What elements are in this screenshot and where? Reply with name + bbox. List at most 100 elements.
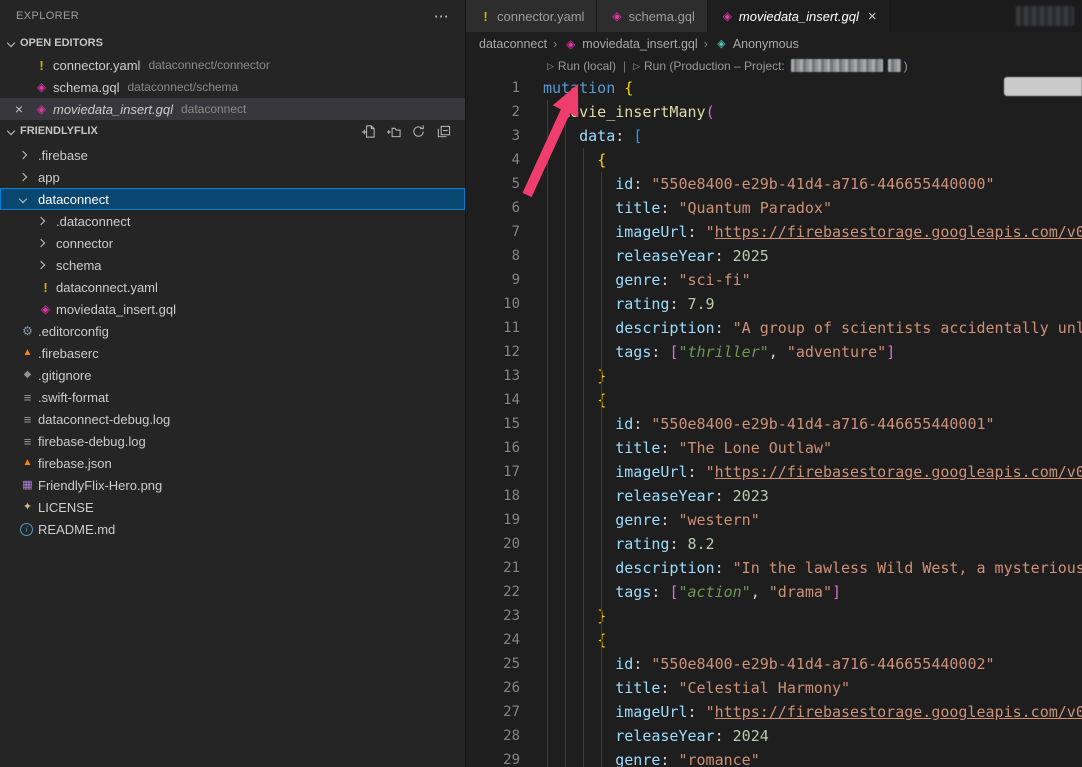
tree-item-firebase-debug-log[interactable]: ≡firebase-debug.log bbox=[0, 430, 465, 452]
token: : bbox=[660, 271, 678, 289]
token: tags bbox=[615, 583, 651, 601]
tree-item-dataconnect-yaml[interactable]: !dataconnect.yaml bbox=[0, 276, 465, 298]
code-line[interactable]: 17 imageUrl: "https://firebasestorage.go… bbox=[466, 460, 1082, 484]
code-line[interactable]: 14 { bbox=[466, 388, 1082, 412]
code-text: { bbox=[520, 628, 606, 652]
token: id bbox=[615, 175, 633, 193]
gql-icon: ◈ bbox=[34, 103, 49, 115]
token: : bbox=[688, 703, 706, 721]
code-line[interactable]: 29 genre: "romance" bbox=[466, 748, 1082, 767]
token: imageUrl bbox=[615, 703, 687, 721]
token: , bbox=[751, 583, 769, 601]
code-line[interactable]: 8 releaseYear: 2025 bbox=[466, 244, 1082, 268]
codelens-bar: ▷Run (local)|▷Run (Production – Project:… bbox=[466, 56, 1082, 76]
workspace-header[interactable]: FRIENDLYFLIX bbox=[0, 120, 465, 142]
code-line[interactable]: 18 releaseYear: 2023 bbox=[466, 484, 1082, 508]
explorer-more-icon[interactable]: ⋯ bbox=[434, 9, 449, 24]
token: "In the lawless Wild West, a mysterious … bbox=[733, 559, 1082, 577]
code-line[interactable]: 20 rating: 8.2 bbox=[466, 532, 1082, 556]
run-local-button[interactable]: Run (local) bbox=[558, 59, 616, 73]
open-editor-item-moviedata-insert-gql[interactable]: ×◈moviedata_insert.gqldataconnect bbox=[0, 98, 465, 120]
tree-item-swift-format[interactable]: ≡.swift-format bbox=[0, 386, 465, 408]
tree-item-gitignore[interactable]: ◆.gitignore bbox=[0, 364, 465, 386]
chevron-right-icon bbox=[37, 261, 45, 269]
breadcrumb-file[interactable]: moviedata_insert.gql bbox=[582, 37, 697, 51]
editor-group: !connector.yaml◈schema.gql◈moviedata_ins… bbox=[465, 0, 1082, 767]
tree-item-editorconfig[interactable]: ⚙.editorconfig bbox=[0, 320, 465, 342]
open-editor-detail: dataconnect bbox=[181, 102, 246, 116]
code-line[interactable]: 27 imageUrl: "https://firebasestorage.go… bbox=[466, 700, 1082, 724]
open-editor-item-schema-gql[interactable]: ◈schema.gqldataconnect/schema bbox=[0, 76, 465, 98]
code-line[interactable]: 1mutation { bbox=[466, 76, 1082, 100]
warn-icon: ! bbox=[38, 281, 53, 294]
code-line[interactable]: 7 imageUrl: "https://firebasestorage.goo… bbox=[466, 220, 1082, 244]
tree-item-label: .editorconfig bbox=[38, 324, 109, 339]
tree-item-dataconnect[interactable]: dataconnect bbox=[0, 188, 465, 210]
code-line[interactable]: 25 id: "550e8400-e29b-41d4-a716-44665544… bbox=[466, 652, 1082, 676]
gear-icon: ⚙ bbox=[20, 325, 35, 337]
code-line[interactable]: 28 releaseYear: 2024 bbox=[466, 724, 1082, 748]
code-line[interactable]: 11 description: "A group of scientists a… bbox=[466, 316, 1082, 340]
tree-item-dataconnect-debug-log[interactable]: ≡dataconnect-debug.log bbox=[0, 408, 465, 430]
tree-item-license[interactable]: ✦LICENSE bbox=[0, 496, 465, 518]
gql-icon: ◈ bbox=[563, 38, 578, 50]
tree-item-firebase-json[interactable]: ▲firebase.json bbox=[0, 452, 465, 474]
code-line[interactable]: 4 { bbox=[466, 148, 1082, 172]
token: : bbox=[715, 319, 733, 337]
token: 2025 bbox=[733, 247, 769, 265]
tree-item-readme-md[interactable]: iREADME.md bbox=[0, 518, 465, 540]
code-line[interactable]: 9 genre: "sci-fi" bbox=[466, 268, 1082, 292]
tree-item-schema[interactable]: schema bbox=[0, 254, 465, 276]
close-icon[interactable]: × bbox=[868, 8, 877, 25]
tree-item-firebaserc[interactable]: ▲.firebaserc bbox=[0, 342, 465, 364]
code-line[interactable]: 26 title: "Celestial Harmony" bbox=[466, 676, 1082, 700]
collapse-all-icon[interactable] bbox=[436, 124, 451, 139]
open-editor-item-connector-yaml[interactable]: !connector.yamldataconnect/connector bbox=[0, 54, 465, 76]
codelens-paren: ) bbox=[904, 59, 908, 73]
open-editors-header[interactable]: OPEN EDITORS bbox=[0, 32, 465, 54]
tree-item-moviedata-insert-gql[interactable]: ◈moviedata_insert.gql bbox=[0, 298, 465, 320]
code-line[interactable]: 3 data: [ bbox=[466, 124, 1082, 148]
code-line[interactable]: 2 movie_insertMany( bbox=[466, 100, 1082, 124]
code-line[interactable]: 16 title: "The Lone Outlaw" bbox=[466, 436, 1082, 460]
code-line[interactable]: 6 title: "Quantum Paradox" bbox=[466, 196, 1082, 220]
tree-item-friendlyflix-hero-png[interactable]: ▦FriendlyFlix-Hero.png bbox=[0, 474, 465, 496]
tab-connector-yaml[interactable]: !connector.yaml bbox=[466, 0, 597, 32]
run-production-button[interactable]: Run (Production – Project: bbox=[644, 59, 785, 73]
code-line[interactable]: 10 rating: 7.9 bbox=[466, 292, 1082, 316]
code-line[interactable]: 15 id: "550e8400-e29b-41d4-a716-44665544… bbox=[466, 412, 1082, 436]
line-number: 3 bbox=[466, 124, 520, 148]
tree-item-affordance bbox=[38, 240, 56, 246]
tree-item-label: moviedata_insert.gql bbox=[56, 302, 176, 317]
close-icon[interactable]: × bbox=[12, 98, 26, 120]
code-line[interactable]: 12 tags: ["thriller", "adventure"] bbox=[466, 340, 1082, 364]
code-line[interactable]: 13 } bbox=[466, 364, 1082, 388]
token: : bbox=[651, 343, 669, 361]
code-line[interactable]: 24 { bbox=[466, 628, 1082, 652]
code-line[interactable]: 5 id: "550e8400-e29b-41d4-a716-446655440… bbox=[466, 172, 1082, 196]
tab-schema-gql[interactable]: ◈schema.gql bbox=[597, 0, 707, 32]
new-file-icon[interactable] bbox=[361, 124, 376, 139]
breadcrumb-folder[interactable]: dataconnect bbox=[479, 37, 547, 51]
code-text: tags: ["thriller", "adventure"] bbox=[520, 340, 895, 364]
explorer-title: EXPLORER bbox=[16, 10, 79, 22]
token bbox=[543, 511, 615, 529]
token: " bbox=[706, 703, 715, 721]
tree-item-dataconnect[interactable]: .dataconnect bbox=[0, 210, 465, 232]
tree-item-app[interactable]: app bbox=[0, 166, 465, 188]
code-line[interactable]: 22 tags: ["action", "drama"] bbox=[466, 580, 1082, 604]
line-number: 15 bbox=[466, 412, 520, 436]
breadcrumb-symbol[interactable]: Anonymous bbox=[733, 37, 799, 51]
tree-item-connector[interactable]: connector bbox=[0, 232, 465, 254]
code-line[interactable]: 23 } bbox=[466, 604, 1082, 628]
tree-item-affordance bbox=[38, 218, 56, 224]
code-line[interactable]: 21 description: "In the lawless Wild Wes… bbox=[466, 556, 1082, 580]
refresh-icon[interactable] bbox=[411, 124, 426, 139]
tree-item-firebase[interactable]: .firebase bbox=[0, 144, 465, 166]
token bbox=[543, 703, 615, 721]
code-line[interactable]: 19 genre: "western" bbox=[466, 508, 1082, 532]
token bbox=[543, 271, 615, 289]
new-folder-icon[interactable] bbox=[386, 124, 401, 139]
tab-moviedata-insert-gql[interactable]: ◈moviedata_insert.gql× bbox=[708, 0, 890, 32]
lines-icon: ≡ bbox=[20, 413, 35, 426]
